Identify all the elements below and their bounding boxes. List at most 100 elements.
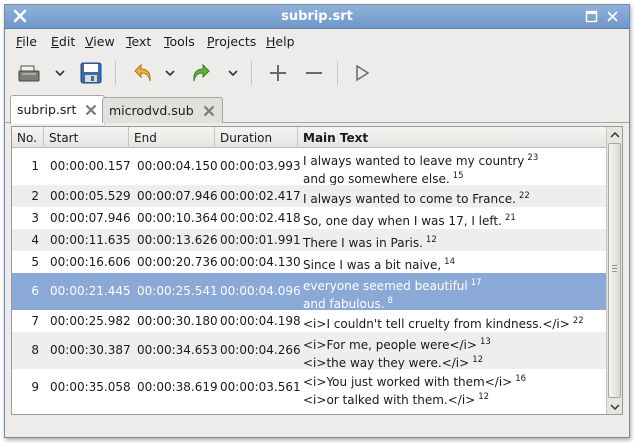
add-icon [270,65,286,81]
cell-duration: 00:00:04.130 [220,255,301,269]
save-button[interactable] [79,61,103,85]
window-title: subrip.srt [281,9,353,24]
menu-view[interactable]: View [85,34,115,49]
cell-main-text: everyone seemed beautiful 17 and fabulous.… [303,276,482,312]
menu-projects[interactable]: Projects [207,34,256,49]
menu-file[interactable]: File [16,34,37,49]
undo-button[interactable] [131,61,155,85]
subtitle-table: No. Start End Duration Main Text 1 00:00:… [11,126,623,415]
character-count: 14 [444,257,455,267]
cell-main-text: I always wanted to leave my country 23 and… [303,151,538,187]
scroll-down-button[interactable] [607,399,622,414]
column-header-duration[interactable]: Duration [215,127,298,148]
cell-number: 5 [31,255,39,269]
menu-edit[interactable]: Edit [51,34,75,49]
close-window-icon[interactable] [606,10,619,23]
subtitle-line-text: <i>I couldn't tell cruelty from kindness… [303,317,570,331]
cell-number: 2 [31,189,39,203]
subtitle-line-text: <i>or talked with them.</i> [303,393,476,407]
open-button[interactable] [17,61,41,85]
menu-help[interactable]: Help [266,34,295,49]
subtitle-line: <i>or talked with them.</i> 12 [303,390,526,408]
table-row[interactable]: 7 00:00:25.982 00:00:30.180 00:00:04.198 <i>… [12,310,606,332]
grip-line [612,271,617,272]
cell-number: 7 [31,314,39,328]
toolbar-separator [115,61,116,85]
title-bar: subrip.srt [5,5,629,29]
remove-icon [306,72,322,74]
character-count: 16 [515,374,527,384]
close-tab-icon[interactable] [84,103,98,117]
subtitle-line-text: <i>You just worked with them</i> [303,375,513,389]
close-tab-icon[interactable] [202,104,216,118]
table-row[interactable]: 4 00:00:11.635 00:00:13.626 00:00:01.991 The… [12,229,606,251]
cell-main-text: <i>I couldn't tell cruelty from kindness… [303,314,584,332]
menu-text[interactable]: Text [126,34,151,49]
cell-start: 00:00:16.606 [50,255,131,269]
vertical-scrollbar[interactable] [606,127,622,414]
cell-main-text: I always wanted to come to France. 22 [303,189,530,207]
table-row[interactable]: 5 00:00:16.606 00:00:20.736 00:00:04.130 Sin… [12,251,606,273]
open-icon [18,65,40,82]
subtitle-line: <i>You just worked with them</i> 16 [303,372,526,390]
menu-tools[interactable]: Tools [164,34,195,49]
cell-duration: 00:00:02.418 [220,211,301,225]
cell-end: 00:00:34.653 [137,343,218,357]
column-header-end[interactable]: End [129,127,215,148]
cell-end: 00:00:20.736 [137,255,218,269]
cell-end: 00:00:10.364 [137,211,218,225]
cell-duration: 00:00:03.993 [220,159,301,173]
tab-microdvd[interactable]: microdvd.sub [102,97,223,123]
table-row[interactable]: 8 00:00:30.387 00:00:34.653 00:00:04.266 <i>… [12,332,606,370]
preview-button[interactable] [350,61,374,85]
scrollbar-thumb[interactable] [608,143,621,398]
subtitle-line-text: I always wanted to leave my country [303,154,525,168]
table-row[interactable]: 3 00:00:07.946 00:00:10.364 00:00:02.418 So,… [12,207,606,229]
menu-bar: File Edit View Text Tools Projects Help [5,30,629,52]
table-row[interactable]: 6 00:00:21.445 00:00:25.541 00:00:04.096 eve… [12,273,606,312]
grip-line [612,268,617,269]
character-count: 8 [387,296,393,306]
subtitle-line-text: and fabulous. [303,297,385,311]
subtitle-line: Since I was a bit naive, 14 [303,255,455,273]
insert-subtitle-button[interactable] [266,61,290,85]
cell-start: 00:00:21.445 [50,284,131,298]
cell-end: 00:00:07.946 [137,189,218,203]
table-row[interactable]: 1 00:00:00.157 00:00:04.150 00:00:03.993 I a… [12,148,606,187]
redo-button[interactable] [189,61,213,85]
cell-end: 00:00:38.619 [137,380,218,394]
play-icon [356,64,370,82]
cell-end: 00:00:25.541 [137,284,218,298]
scroll-up-button[interactable] [607,127,622,142]
column-header-no[interactable]: No. [12,127,44,148]
chevron-up-icon [609,131,620,138]
table-row[interactable]: 9 00:00:35.058 00:00:38.619 00:00:03.561 <i>… [12,369,606,408]
subtitle-line-text: Since I was a bit naive, [303,258,442,272]
cell-start: 00:00:11.635 [50,233,131,247]
character-count: 12 [425,235,437,245]
tab-label: subrip.srt [17,102,77,117]
cell-main-text: There I was in Paris. 12 [303,233,437,251]
open-dropdown-icon[interactable] [54,67,66,79]
cell-start: 00:00:25.982 [50,314,131,328]
cell-start: 00:00:07.946 [50,211,131,225]
character-count: 13 [479,337,491,347]
character-count: 22 [572,316,584,326]
document-tabs: subrip.srt microdvd.sub [5,93,629,124]
column-header-start[interactable]: Start [44,127,129,148]
tab-label: microdvd.sub [109,103,194,118]
subtitle-line-text: There I was in Paris. [303,236,423,250]
cell-main-text: Since I was a bit naive, 14 [303,255,455,273]
subtitle-line: everyone seemed beautiful 17 [303,276,482,294]
maximize-icon[interactable] [585,10,598,23]
column-header-main-text[interactable]: Main Text [298,127,606,148]
undo-dropdown-icon[interactable] [164,67,176,79]
tab-subrip[interactable]: subrip.srt [10,95,106,124]
redo-icon [193,63,210,82]
cell-duration: 00:00:04.198 [220,314,301,328]
undo-icon [134,63,151,82]
redo-dropdown-icon[interactable] [227,67,239,79]
subtitle-line-text: everyone seemed beautiful [303,279,468,293]
table-row[interactable]: 2 00:00:05.529 00:00:07.946 00:00:02.417 I a… [12,185,606,207]
remove-subtitle-button[interactable] [302,61,326,85]
